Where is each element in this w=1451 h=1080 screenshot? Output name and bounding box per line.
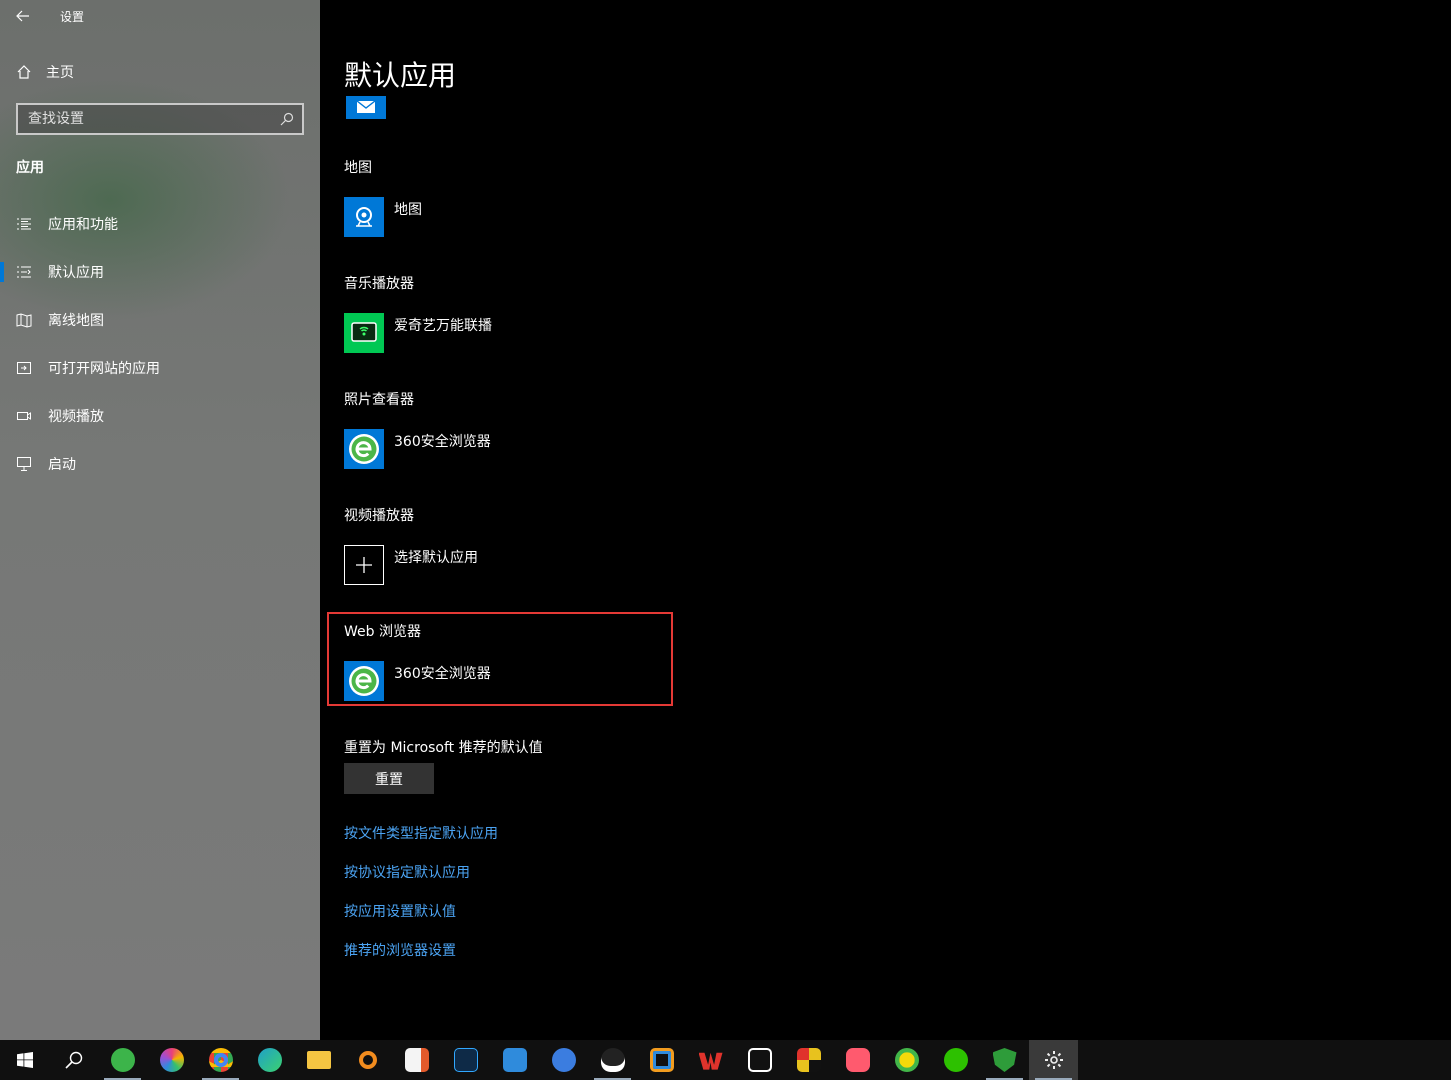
chrome-icon[interactable] xyxy=(196,1040,245,1080)
startup-icon xyxy=(16,456,32,472)
default-app-button[interactable]: 360安全浏览器 xyxy=(344,661,491,701)
app-name: 地图 xyxy=(394,202,422,218)
default-apps-icon xyxy=(16,264,32,280)
link-by-protocol[interactable]: 按协议指定默认应用 xyxy=(344,862,470,882)
app-name: 爱奇艺万能联播 xyxy=(394,318,492,334)
search-tool-icon[interactable] xyxy=(343,1040,392,1080)
default-app-button[interactable]: 爱奇艺万能联播 xyxy=(344,313,492,353)
group-label: 地图 xyxy=(344,160,372,176)
default-app-button[interactable]: 360安全浏览器 xyxy=(344,429,491,469)
settings-gear-icon[interactable] xyxy=(1029,1040,1078,1080)
edge-icon[interactable] xyxy=(245,1040,294,1080)
search-box[interactable] xyxy=(16,103,304,135)
maps-app-icon xyxy=(344,197,384,237)
sidebar-nav: 应用和功能 默认应用 离线地图 可打开网站的应用 视频播放 启动 xyxy=(0,200,320,488)
sidebar-item-video-playback[interactable]: 视频播放 xyxy=(0,392,320,440)
wechat-icon[interactable] xyxy=(931,1040,980,1080)
media-player-icon[interactable] xyxy=(833,1040,882,1080)
mosaic-icon[interactable] xyxy=(784,1040,833,1080)
home-label: 主页 xyxy=(46,65,74,81)
link-by-app[interactable]: 按应用设置默认值 xyxy=(344,901,456,921)
flowchart-icon[interactable] xyxy=(490,1040,539,1080)
music-icon[interactable] xyxy=(882,1040,931,1080)
window-title: 设置 xyxy=(60,9,85,24)
sidebar-item-label: 离线地图 xyxy=(48,313,104,329)
taskbar xyxy=(0,1040,1451,1080)
group-label: 视频播放器 xyxy=(344,508,414,524)
page-title: 默认应用 xyxy=(344,59,457,92)
windows-start-icon[interactable] xyxy=(0,1040,49,1080)
360-browser-icon xyxy=(344,661,384,701)
360-browser-icon xyxy=(344,429,384,469)
wps-icon[interactable] xyxy=(686,1040,735,1080)
plus-icon xyxy=(344,545,384,585)
mail-app-icon[interactable] xyxy=(346,96,386,119)
back-button[interactable] xyxy=(0,0,46,32)
home-nav[interactable]: 主页 xyxy=(16,62,74,82)
sidebar-item-label: 视频播放 xyxy=(48,409,104,425)
sidebar-item-startup[interactable]: 启动 xyxy=(0,440,320,488)
search-icon[interactable] xyxy=(280,112,294,126)
sidebar: 设置 主页 应用 应用和功能 默认应用 xyxy=(0,0,320,1040)
reset-label: 重置为 Microsoft 推荐的默认值 xyxy=(344,740,543,756)
sidebar-item-label: 默认应用 xyxy=(48,265,104,281)
sidebar-item-label: 应用和功能 xyxy=(48,217,118,233)
capcut-icon[interactable] xyxy=(735,1040,784,1080)
sidebar-item-apps-features[interactable]: 应用和功能 xyxy=(0,200,320,248)
default-app-button[interactable]: 地图 xyxy=(344,197,422,237)
default-group-music: 音乐播放器 爱奇艺万能联播 xyxy=(344,273,492,353)
section-heading: 应用 xyxy=(16,160,44,176)
search-input[interactable] xyxy=(28,111,268,127)
group-label: 音乐播放器 xyxy=(344,276,414,292)
group-label: Web 浏览器 xyxy=(344,624,421,640)
color-browser-icon[interactable] xyxy=(147,1040,196,1080)
back-arrow-icon xyxy=(16,10,29,22)
qq-icon[interactable] xyxy=(588,1040,637,1080)
group-label: 照片查看器 xyxy=(344,392,414,408)
default-group-maps: 地图 地图 xyxy=(344,157,422,237)
reset-button[interactable]: 重置 xyxy=(344,763,434,794)
security-icon[interactable] xyxy=(980,1040,1029,1080)
ifly-icon[interactable] xyxy=(539,1040,588,1080)
open-in-icon xyxy=(16,360,32,376)
window-tool-icon[interactable] xyxy=(637,1040,686,1080)
sidebar-item-label: 启动 xyxy=(48,457,76,473)
360-browser-icon[interactable] xyxy=(98,1040,147,1080)
iqiyi-cast-icon xyxy=(344,313,384,353)
link-browser-settings[interactable]: 推荐的浏览器设置 xyxy=(344,940,456,960)
video-icon xyxy=(16,408,32,424)
app-name: 360安全浏览器 xyxy=(394,666,491,682)
file-explorer-icon[interactable] xyxy=(294,1040,343,1080)
office-icon[interactable] xyxy=(392,1040,441,1080)
default-group-web-browser: Web 浏览器 360安全浏览器 xyxy=(344,621,491,701)
sidebar-item-label: 可打开网站的应用 xyxy=(48,361,160,377)
main-content: 默认应用 地图 地图 音乐播放器 爱奇艺万能联播 照片查看器 360安全浏览器 … xyxy=(320,0,1451,1040)
search-icon[interactable] xyxy=(49,1040,98,1080)
list-icon xyxy=(16,216,32,232)
default-group-photo-viewer: 照片查看器 360安全浏览器 xyxy=(344,389,491,469)
app-name: 选择默认应用 xyxy=(394,550,478,566)
active-indicator xyxy=(0,262,4,282)
sidebar-item-offline-maps[interactable]: 离线地图 xyxy=(0,296,320,344)
map-icon xyxy=(16,312,32,328)
sidebar-item-apps-for-websites[interactable]: 可打开网站的应用 xyxy=(0,344,320,392)
app-name: 360安全浏览器 xyxy=(394,434,491,450)
choose-default-app-button[interactable]: 选择默认应用 xyxy=(344,545,478,585)
link-by-file-type[interactable]: 按文件类型指定默认应用 xyxy=(344,823,498,843)
sidebar-item-default-apps[interactable]: 默认应用 xyxy=(0,248,320,296)
title-bar: 设置 xyxy=(0,0,320,32)
default-group-video-player: 视频播放器 选择默认应用 xyxy=(344,505,478,585)
home-icon xyxy=(17,65,31,79)
photoshop-icon[interactable] xyxy=(441,1040,490,1080)
